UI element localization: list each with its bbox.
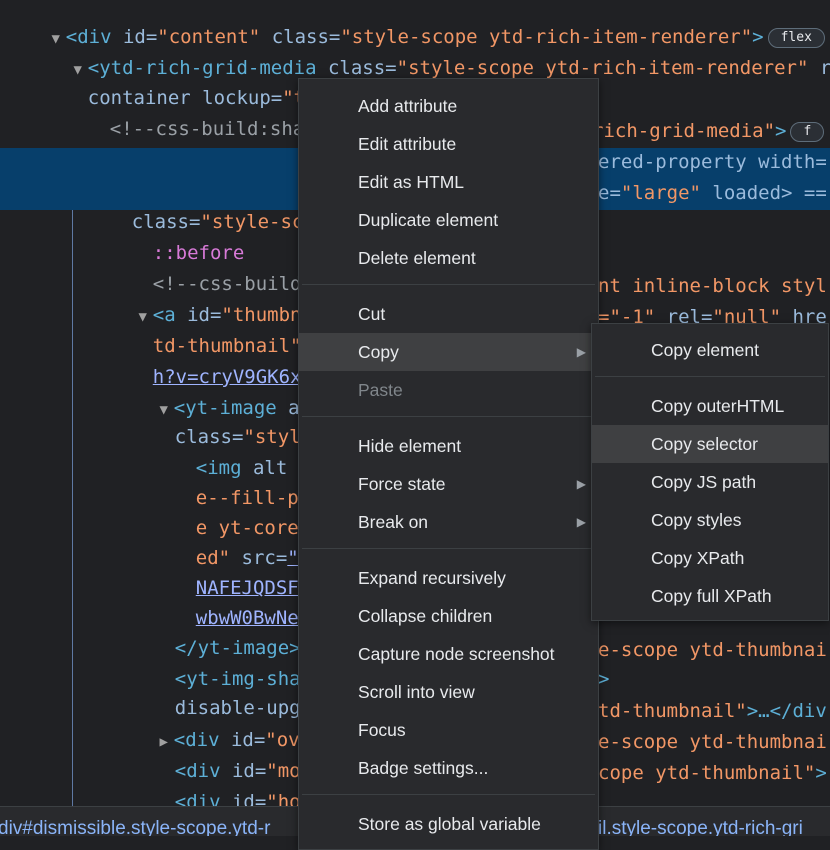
attr-value: td-thumbnail" bbox=[598, 700, 747, 722]
attr-value: "large" bbox=[620, 182, 701, 204]
attr-value: rich-grid-media" bbox=[592, 120, 776, 142]
menu-item-label: Copy styles bbox=[651, 510, 742, 530]
tree-node-rich-grid-media[interactable]: ▼ <ytd-rich-grid-media class="style-scope… bbox=[0, 25, 830, 79]
menu-item-label: Hide element bbox=[358, 436, 462, 456]
attr-value: e-scope ytd-thumbnai bbox=[598, 639, 827, 661]
menu-separator bbox=[595, 376, 825, 377]
menu-item-label: Expand recursively bbox=[358, 568, 506, 588]
attr-value: nt inline-block styl bbox=[598, 275, 827, 297]
menu-item-scroll-into-view[interactable]: Scroll into view bbox=[299, 673, 598, 711]
menu-item-label: Force state bbox=[358, 474, 446, 494]
menu-separator bbox=[302, 416, 595, 417]
submenu-arrow-icon: ▶ bbox=[576, 477, 586, 491]
menu-item-label: Scroll into view bbox=[358, 682, 475, 702]
menu-item-force-state[interactable]: Force state ▶ bbox=[299, 465, 598, 503]
menu-item-edit-attribute[interactable]: Edit attribute bbox=[299, 125, 598, 163]
menu-item-badge-settings[interactable]: Badge settings... bbox=[299, 749, 598, 787]
menu-item-label: Edit as HTML bbox=[358, 172, 464, 192]
menu-item-cut[interactable]: Cut bbox=[299, 295, 598, 333]
attr-name: e= bbox=[598, 182, 621, 204]
menu-item-duplicate-element[interactable]: Duplicate element bbox=[299, 201, 598, 239]
menu-item-copy-full-xpath[interactable]: Copy full XPath bbox=[592, 577, 828, 615]
menu-item-copy-selector[interactable]: Copy selector bbox=[592, 425, 828, 463]
context-menu: Add attribute Edit attribute Edit as HTM… bbox=[298, 78, 599, 850]
breadcrumb-dismissible[interactable]: div#dismissible.style-scope.ytd-r bbox=[0, 807, 270, 836]
menu-item-label: Focus bbox=[358, 720, 406, 740]
menu-item-label: Add attribute bbox=[358, 96, 458, 116]
menu-item-add-attribute[interactable]: Add attribute bbox=[299, 87, 598, 125]
menu-item-label: Cut bbox=[358, 304, 386, 324]
attr-value: e-scope ytd-thumbnai bbox=[598, 731, 827, 753]
tag-close: > bbox=[598, 668, 610, 690]
copy-submenu: Copy element Copy outerHTML Copy selecto… bbox=[591, 323, 829, 621]
submenu-arrow-icon: ▶ bbox=[576, 345, 586, 359]
tag-close: > bbox=[775, 120, 787, 142]
menu-item-label: Edit attribute bbox=[358, 134, 457, 154]
menu-separator bbox=[302, 284, 595, 285]
menu-item-label: Copy outerHTML bbox=[651, 396, 785, 416]
menu-item-copy-js-path[interactable]: Copy JS path bbox=[592, 463, 828, 501]
menu-item-focus[interactable]: Focus bbox=[299, 711, 598, 749]
menu-item-copy-xpath[interactable]: Copy XPath bbox=[592, 539, 828, 577]
menu-separator bbox=[302, 794, 595, 795]
attr-name: loaded> == bbox=[700, 182, 827, 204]
tag-close: > bbox=[815, 762, 827, 784]
menu-item-label: Copy XPath bbox=[651, 548, 745, 568]
menu-item-paste[interactable]: Paste bbox=[299, 371, 598, 409]
menu-item-copy-outerhtml[interactable]: Copy outerHTML bbox=[592, 387, 828, 425]
tree-node-content[interactable]: ▼ <div id="content" class="style-scope yt… bbox=[0, 0, 830, 48]
menu-item-copy-element[interactable]: Copy element bbox=[592, 331, 828, 369]
menu-item-label: Badge settings... bbox=[358, 758, 489, 778]
menu-item-delete-element[interactable]: Delete element bbox=[299, 239, 598, 277]
menu-item-label: Copy full XPath bbox=[651, 586, 772, 606]
menu-item-label: Duplicate element bbox=[358, 210, 499, 230]
menu-item-label: Collapse children bbox=[358, 606, 493, 626]
menu-item-label: Copy selector bbox=[651, 434, 758, 454]
menu-item-hide-element[interactable]: Hide element bbox=[299, 427, 598, 465]
menu-item-capture-node-screenshot[interactable]: Capture node screenshot bbox=[299, 635, 598, 673]
menu-item-label: Copy element bbox=[651, 340, 759, 360]
menu-item-expand-recursively[interactable]: Expand recursively bbox=[299, 559, 598, 597]
menu-item-copy[interactable]: Copy ▶ bbox=[299, 333, 598, 371]
menu-item-label: Copy bbox=[358, 342, 399, 362]
menu-item-label: Delete element bbox=[358, 248, 476, 268]
attr-value: cope ytd-thumbnail" bbox=[598, 762, 816, 784]
menu-item-label: Break on bbox=[358, 512, 429, 532]
breadcrumb-thumbnail[interactable]: il.style-scope.ytd-rich-gri bbox=[598, 807, 803, 836]
menu-item-label: Paste bbox=[358, 380, 403, 400]
menu-item-edit-as-html[interactable]: Edit as HTML bbox=[299, 163, 598, 201]
menu-item-label: Capture node screenshot bbox=[358, 644, 555, 664]
tag-close: >…</div bbox=[746, 700, 827, 722]
menu-item-store-as-global-variable[interactable]: Store as global variable bbox=[299, 805, 598, 843]
flex-badge[interactable]: f bbox=[790, 122, 825, 142]
menu-separator bbox=[302, 548, 595, 549]
menu-item-label: Copy JS path bbox=[651, 472, 757, 492]
menu-item-break-on[interactable]: Break on ▶ bbox=[299, 503, 598, 541]
menu-item-collapse-children[interactable]: Collapse children bbox=[299, 597, 598, 635]
submenu-arrow-icon: ▶ bbox=[576, 515, 586, 529]
attr-name: ered-property width= bbox=[598, 151, 827, 173]
menu-item-label: Store as global variable bbox=[358, 814, 541, 834]
menu-item-copy-styles[interactable]: Copy styles bbox=[592, 501, 828, 539]
